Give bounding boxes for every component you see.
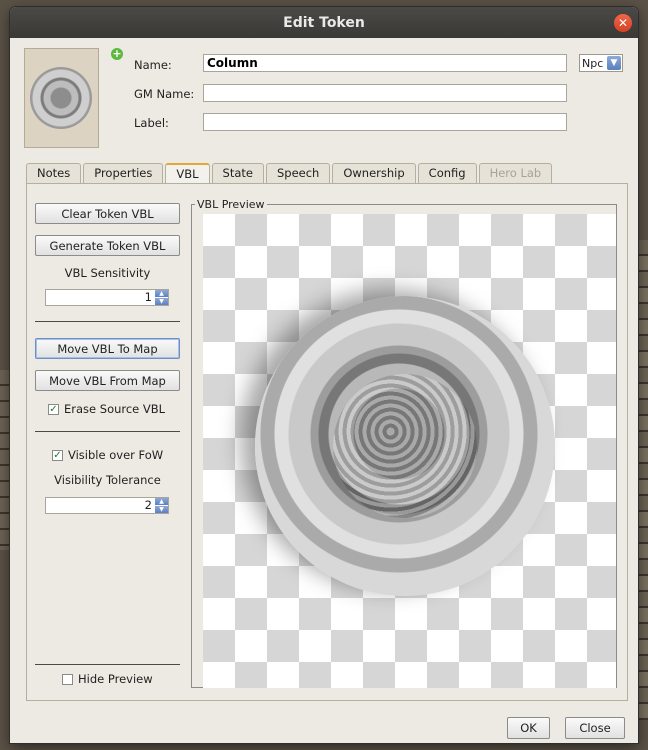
token-thumbnail: [30, 67, 92, 129]
vbl-sensitivity-spinner[interactable]: 1 ▲ ▼: [45, 289, 169, 306]
erase-source-vbl-label: Erase Source VBL: [64, 402, 166, 416]
vbl-preview-title: VBL Preview: [195, 198, 267, 211]
edit-token-dialog: Edit Token ✕ + Name: Npc ▼ GM Name: Labe…: [10, 7, 638, 743]
visibility-tolerance-value: 2: [144, 498, 152, 512]
tab-state[interactable]: State: [211, 163, 264, 183]
tab-speech[interactable]: Speech: [265, 163, 331, 183]
move-vbl-from-map-button[interactable]: Move VBL From Map: [35, 370, 180, 391]
hide-preview-checkbox[interactable]: [62, 674, 73, 685]
vbl-sensitivity-value: 1: [144, 290, 152, 304]
name-input[interactable]: [203, 54, 567, 72]
separator: [35, 431, 180, 432]
clear-token-vbl-button[interactable]: Clear Token VBL: [35, 203, 180, 224]
spinner-buttons: ▲ ▼: [155, 290, 168, 305]
tab-properties[interactable]: Properties: [83, 163, 164, 183]
gm-name-label: GM Name:: [134, 87, 195, 101]
tab-vbl[interactable]: VBL: [165, 163, 210, 185]
spinner-up-icon[interactable]: ▲: [155, 498, 168, 505]
visible-over-fow-checkbox[interactable]: ✓: [52, 450, 63, 461]
chevron-down-icon[interactable]: ▼: [607, 56, 621, 70]
tab-hero-lab: Hero Lab: [478, 163, 553, 183]
vbl-preview-canvas: [203, 214, 616, 688]
token-image[interactable]: [24, 48, 99, 148]
close-button[interactable]: Close: [565, 717, 625, 739]
hide-preview-label: Hide Preview: [78, 672, 153, 686]
spinner-down-icon[interactable]: ▼: [155, 298, 168, 305]
name-label: Name:: [134, 58, 172, 72]
spinner-buttons: ▲ ▼: [155, 498, 168, 513]
token-type-value: Npc: [582, 56, 604, 70]
title-bar[interactable]: Edit Token ✕: [10, 7, 638, 38]
ok-button[interactable]: OK: [507, 717, 550, 739]
token-type-select[interactable]: Npc ▼: [579, 54, 623, 72]
visible-over-fow-label: Visible over FoW: [68, 448, 164, 462]
map-background-left: [0, 370, 10, 550]
spinner-down-icon[interactable]: ▼: [155, 506, 168, 513]
erase-source-vbl-checkbox[interactable]: ✓: [48, 404, 59, 415]
label-label: Label:: [134, 116, 169, 130]
visibility-tolerance-spinner[interactable]: 2 ▲ ▼: [45, 497, 169, 514]
gm-name-input[interactable]: [203, 84, 567, 102]
generate-token-vbl-button[interactable]: Generate Token VBL: [35, 235, 180, 256]
label-input[interactable]: [203, 113, 567, 131]
visibility-tolerance-label: Visibility Tolerance: [54, 473, 161, 487]
dialog-title: Edit Token: [283, 14, 365, 31]
token-preview-image: [255, 296, 555, 596]
move-vbl-to-map-button[interactable]: Move VBL To Map: [35, 338, 180, 359]
tab-ownership[interactable]: Ownership: [332, 163, 416, 183]
separator: [35, 664, 180, 665]
spinner-up-icon[interactable]: ▲: [155, 290, 168, 297]
close-icon[interactable]: ✕: [614, 14, 632, 32]
separator: [35, 321, 180, 322]
vbl-sensitivity-label: VBL Sensitivity: [64, 266, 151, 280]
tab-config[interactable]: Config: [417, 163, 477, 183]
add-image-icon[interactable]: +: [111, 48, 123, 60]
tab-bar: Notes Properties VBL State Speech Owners…: [26, 163, 553, 185]
tab-notes[interactable]: Notes: [26, 163, 82, 183]
